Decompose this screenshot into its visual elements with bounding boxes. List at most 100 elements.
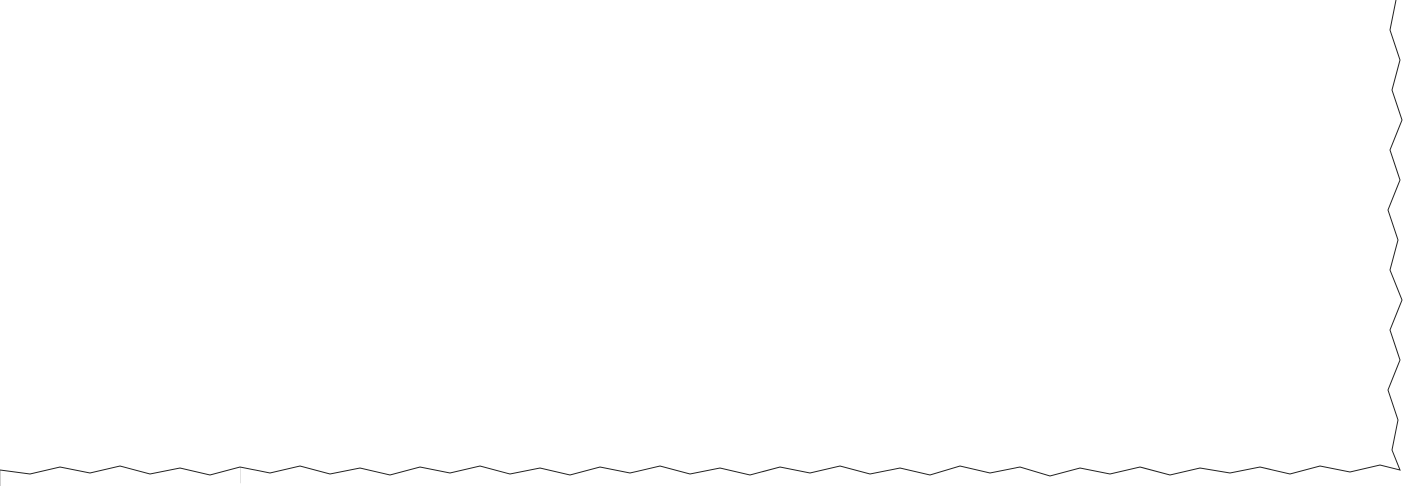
table-row[interactable]: Customer Services Common questions for cu… [241,133,1396,169]
column-header-modified-by[interactable]: Modified By [1062,105,1124,117]
checkmark-icon [778,219,787,227]
key-icon [25,373,40,388]
dashboard-icon [25,50,39,64]
sidebar-item-luma-ml[interactable]: Luma ML [1,115,224,141]
sidebar-item-self-service-portals[interactable]: Self-Service Portals [1,44,224,70]
sidebar-item-label: Self-Service Portals [50,49,165,65]
chevron-right-icon[interactable] [204,210,214,220]
cloud-icon [23,338,41,351]
hamburger-menu-icon[interactable] [1,1,34,34]
table-row[interactable]: Human Resources Human Resources common qu… [241,277,1396,313]
cell-description: Provides matched responses to user quest… [501,325,712,336]
table-row[interactable]: Question and Answer Provides matched resp… [241,313,1396,349]
sidebar-item-region[interactable]: Region [1,332,224,358]
cell-name: Facility [253,217,285,228]
search-icon[interactable] [1349,10,1365,26]
cell-description: Human Resources common questions. [501,289,674,300]
column-header-status[interactable]: Status [838,105,872,117]
enabled-checkbox[interactable] [776,324,789,337]
sidebar-heading-cloud-asset-discovery: Cloud Asset Discovery [11,300,163,316]
checkmark-icon [778,183,787,191]
cell-name: Finance [253,253,289,264]
cell-last-training: 12/5/2022 [962,361,1007,372]
cell-modified-by: Willow AI [1062,361,1103,372]
table-row[interactable]: Tickets Created per day per type Identifi… [241,421,1396,457]
chevron-down-icon[interactable] [204,121,214,131]
sidebar-subitem-label: All Models [63,179,114,191]
cell-name: Human Resources [253,289,336,300]
cell-name: IT Requests [253,181,307,192]
sidebar-item-profiles[interactable]: Profiles [1,403,224,429]
sidebar-subitem-smart-query[interactable]: Smart Query [1,233,224,259]
page-subtitle: Configurable settings related to Models [241,74,415,85]
sidebar-item-label: Credentials [50,373,116,389]
checkmark-icon [778,363,787,371]
checkmark-icon [778,399,787,407]
sidebar-item-integration[interactable]: Integration [1,79,224,105]
cell-modified-by: Willow AI [1062,397,1103,408]
cell-last-training: 12/5/2022 [962,181,1007,192]
sidebar-subitem-label: Administration [63,152,133,164]
column-header-modified[interactable]: Modified [1186,105,1231,117]
column-header-description[interactable]: Description [501,105,562,117]
sidebar-subitem-administration[interactable]: Administration [1,145,224,171]
cell-status: Success [838,397,876,408]
refresh-icon[interactable] [1375,64,1393,82]
table-row[interactable]: Estimated Effort per Incident Identifies … [241,349,1396,385]
enabled-checkbox[interactable] [776,360,789,373]
changegear-logo-icon[interactable] [41,5,67,31]
integration-gear-icon [24,84,40,100]
cell-status: Success [838,217,876,228]
sidebar-scrollbar[interactable] [223,45,226,465]
enabled-checkbox[interactable] [776,144,789,157]
cell-description: Identifies trends in the estimated effor… [501,361,729,372]
sidebar-subitem-chatbot[interactable]: Chatbot [1,202,224,228]
luma-brain-icon [24,120,40,136]
cell-modified: 12/5/2022 [1186,361,1231,372]
column-header-last-training[interactable]: Last Trainin… [962,105,1035,117]
sidebar-item-label: Integration [50,84,112,100]
enabled-checkbox[interactable] [776,432,789,445]
table-search-icon[interactable] [1345,64,1363,82]
cell-description: Common IT requests [501,217,595,228]
column-header-name[interactable]: Name [253,105,283,117]
sidebar-item-label: Luma ML [50,120,105,136]
table-row[interactable]: IT Requests Building security and mainten… [241,169,1396,205]
enabled-checkbox[interactable] [776,396,789,409]
cell-last-training: 12/5/2022 [962,253,1007,264]
table-row[interactable]: Finance Report analysis and accounting qu… [241,241,1396,277]
sidebar-subitem-suggestion-center[interactable]: Suggestion Center [1,260,224,286]
table-row-partial [241,457,1396,486]
enabled-checkbox[interactable] [776,216,789,229]
table-row[interactable]: Facility Common IT requests Success 12/5/20… [241,205,1396,241]
sidebar-item-credentials[interactable]: Credentials [1,368,224,394]
cell-status: Success [838,433,876,444]
sidebar-subitem-all-models[interactable]: All Models [1,172,224,198]
top-bar: ChangeGear ADMINISTRATION [0,0,1397,35]
cell-modified-by: Willow AI [1062,217,1103,228]
sidebar-heading-modules: Modules [11,447,68,463]
cell-description: Building security and maintenance [501,181,654,192]
checkmark-icon [778,327,787,335]
cell-name: Tickets Created per day per type [253,433,398,444]
cell-last-training: 12/5/2022 [962,289,1007,300]
cell-status: Success [838,145,876,156]
cell-modified: 12/5/2022 [1186,217,1231,228]
cell-modified-by: Willow AI [1062,433,1103,444]
enabled-checkbox[interactable] [776,180,789,193]
enabled-checkbox[interactable] [776,288,789,301]
cell-last-training: 12/5/2022 [962,145,1007,156]
cell-last-training: 12/5/2022 [962,325,1007,336]
cell-modified-by: Willow AI [1062,325,1103,336]
user-avatar-icon[interactable] [1379,9,1397,27]
table-row[interactable]: Tickets that exceeded SLAs Identifies tre… [241,385,1396,421]
column-header-enabled[interactable]: Enabled [764,105,807,117]
cell-modified-by: Willow AI [1062,181,1103,192]
brand-name: ChangeGear [73,9,163,26]
column-chooser-icon[interactable] [1315,64,1333,82]
cell-status: Success [838,289,876,300]
cell-status: Success [838,325,876,336]
enabled-checkbox[interactable] [776,252,789,265]
cell-modified-by: Willow AI [1062,145,1103,156]
cell-status: Success [838,253,876,264]
